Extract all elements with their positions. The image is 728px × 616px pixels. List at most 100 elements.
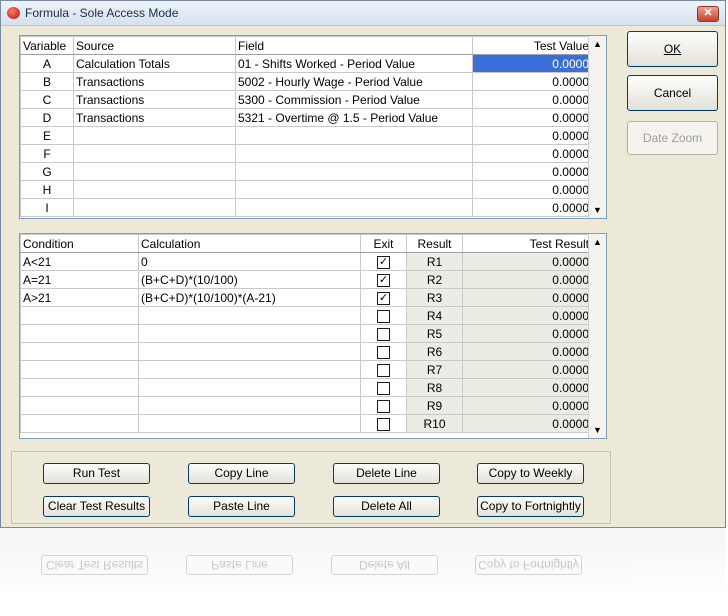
copy-to-weekly-button[interactable]: Copy to Weekly [477, 463, 584, 484]
clear-test-results-button[interactable]: Clear Test Results [43, 496, 150, 517]
variable-field[interactable] [235, 180, 473, 199]
condition-cell[interactable] [20, 360, 139, 379]
scroll-up-icon[interactable]: ▲ [589, 36, 606, 52]
calculation-cell[interactable] [138, 342, 361, 361]
variables-scrollbar[interactable]: ▲ ▼ [588, 36, 606, 218]
variable-source[interactable] [73, 180, 236, 199]
condition-row[interactable]: R10 0.0000 [20, 414, 592, 433]
condition-cell[interactable] [20, 378, 139, 397]
variable-field[interactable]: 5002 - Hourly Wage - Period Value [235, 72, 473, 91]
variable-field[interactable] [235, 144, 473, 163]
calculation-cell[interactable] [138, 396, 361, 415]
variable-source[interactable] [73, 126, 236, 145]
variable-source[interactable]: Transactions [73, 108, 236, 127]
variable-row[interactable]: E 0.0000 [20, 126, 592, 145]
paste-line-button[interactable]: Paste Line [188, 496, 295, 517]
variable-row[interactable]: A Calculation Totals 01 - Shifts Worked - … [20, 54, 592, 73]
variable-field[interactable] [235, 162, 473, 181]
variable-field[interactable]: 01 - Shifts Worked - Period Value [235, 54, 473, 73]
variable-test-value[interactable]: 0.0000 [472, 180, 592, 199]
variable-field[interactable]: 5300 - Commission - Period Value [235, 90, 473, 109]
condition-cell[interactable] [20, 414, 139, 433]
calculation-cell[interactable]: (B+C+D)*(10/100)*(A-21) [138, 288, 361, 307]
delete-line-button[interactable]: Delete Line [333, 463, 440, 484]
variable-row[interactable]: I 0.0000 [20, 198, 592, 217]
condition-row[interactable]: R9 0.0000 [20, 396, 592, 415]
variable-source[interactable]: Transactions [73, 72, 236, 91]
exit-checkbox-checked[interactable]: ✓ [377, 255, 390, 269]
exit-checkbox[interactable] [377, 399, 390, 413]
column-header-exit[interactable]: Exit [360, 234, 407, 253]
variable-source[interactable] [73, 198, 236, 217]
condition-cell[interactable] [20, 342, 139, 361]
variable-field[interactable]: 5321 - Overtime @ 1.5 - Period Value [235, 108, 473, 127]
calculation-cell[interactable] [138, 378, 361, 397]
copy-line-button[interactable]: Copy Line [188, 463, 295, 484]
exit-checkbox-checked[interactable]: ✓ [377, 291, 390, 305]
scroll-down-icon[interactable]: ▼ [589, 422, 606, 438]
variable-test-value[interactable]: 0.0000 [472, 198, 592, 217]
variable-row[interactable]: B Transactions 5002 - Hourly Wage - Period… [20, 72, 592, 91]
exit-checkbox[interactable] [377, 345, 390, 359]
condition-cell[interactable] [20, 306, 139, 325]
calculation-cell[interactable]: 0 [138, 252, 361, 271]
condition-row[interactable]: R4 0.0000 [20, 306, 592, 325]
column-header-test-result[interactable]: Test Result [462, 234, 592, 253]
exit-checkbox[interactable] [377, 327, 390, 341]
run-test-button[interactable]: Run Test [43, 463, 150, 484]
calculation-cell[interactable] [138, 306, 361, 325]
scroll-down-icon[interactable]: ▼ [589, 202, 606, 218]
condition-row[interactable]: A=21 (B+C+D)*(10/100) ✓ R2 0.0000 [20, 270, 592, 289]
exit-checkbox[interactable] [377, 309, 390, 323]
condition-row[interactable]: R5 0.0000 [20, 324, 592, 343]
calculation-cell[interactable] [138, 324, 361, 343]
variable-row[interactable]: C Transactions 5300 - Commission - Period … [20, 90, 592, 109]
copy-to-fortnightly-button[interactable]: Copy to Fortnightly [477, 496, 584, 517]
column-header-calculation[interactable]: Calculation [138, 234, 361, 253]
variable-test-value[interactable]: 0.0000 [472, 72, 592, 91]
variable-source[interactable] [73, 162, 236, 181]
variable-test-value[interactable]: 0.0000 [472, 54, 592, 73]
column-header-source[interactable]: Source [73, 36, 236, 55]
condition-cell[interactable]: A>21 [20, 288, 139, 307]
date-zoom-button[interactable]: Date Zoom [627, 121, 718, 155]
calculation-cell[interactable] [138, 414, 361, 433]
variable-field[interactable] [235, 126, 473, 145]
condition-cell[interactable] [20, 396, 139, 415]
exit-checkbox[interactable] [377, 363, 390, 377]
calculation-cell[interactable] [138, 360, 361, 379]
condition-row[interactable]: R6 0.0000 [20, 342, 592, 361]
variable-test-value[interactable]: 0.0000 [472, 162, 592, 181]
cancel-button[interactable]: Cancel [627, 75, 718, 111]
ok-button[interactable]: OK [627, 31, 718, 67]
condition-row[interactable]: A<21 0 ✓ R1 0.0000 [20, 252, 592, 271]
variable-field[interactable] [235, 198, 473, 217]
close-button[interactable]: ✕ [697, 6, 719, 22]
scroll-up-icon[interactable]: ▲ [589, 234, 606, 250]
column-header-variable[interactable]: Variable [20, 36, 74, 55]
variable-source[interactable]: Transactions [73, 90, 236, 109]
exit-checkbox-checked[interactable]: ✓ [377, 273, 390, 287]
column-header-test-value[interactable]: Test Value [472, 36, 592, 55]
variable-source[interactable]: Calculation Totals [73, 54, 236, 73]
variable-row[interactable]: H 0.0000 [20, 180, 592, 199]
condition-row[interactable]: R7 0.0000 [20, 360, 592, 379]
exit-checkbox[interactable] [377, 417, 390, 431]
variable-test-value[interactable]: 0.0000 [472, 144, 592, 163]
column-header-result[interactable]: Result [406, 234, 463, 253]
condition-row[interactable]: A>21 (B+C+D)*(10/100)*(A-21) ✓ R3 0.0000 [20, 288, 592, 307]
delete-all-button[interactable]: Delete All [333, 496, 440, 517]
exit-checkbox[interactable] [377, 381, 390, 395]
condition-row[interactable]: R8 0.0000 [20, 378, 592, 397]
variable-test-value[interactable]: 0.0000 [472, 126, 592, 145]
condition-cell[interactable] [20, 324, 139, 343]
variable-test-value[interactable]: 0.0000 [472, 90, 592, 109]
condition-cell[interactable]: A=21 [20, 270, 139, 289]
variable-row[interactable]: G 0.0000 [20, 162, 592, 181]
calculation-cell[interactable]: (B+C+D)*(10/100) [138, 270, 361, 289]
column-header-condition[interactable]: Condition [20, 234, 139, 253]
variable-row[interactable]: F 0.0000 [20, 144, 592, 163]
variable-test-value[interactable]: 0.0000 [472, 108, 592, 127]
variable-source[interactable] [73, 144, 236, 163]
variable-row[interactable]: D Transactions 5321 - Overtime @ 1.5 - Per… [20, 108, 592, 127]
